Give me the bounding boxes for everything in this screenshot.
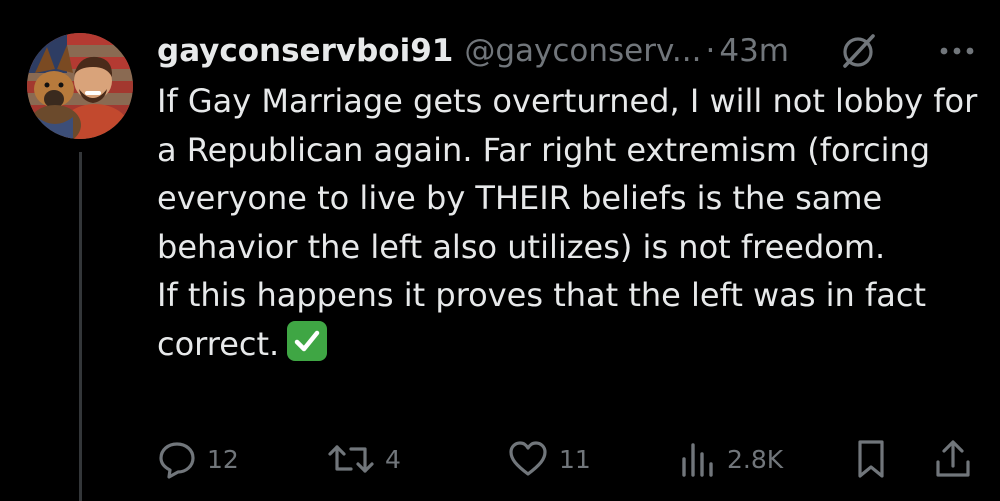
share-button[interactable] — [933, 436, 973, 482]
views-icon — [677, 439, 717, 479]
check-mark-emoji-icon — [287, 320, 328, 361]
views-count: 2.8K — [727, 444, 784, 474]
like-icon — [507, 439, 549, 479]
repost-button[interactable]: 4 — [327, 436, 401, 482]
bookmark-icon — [853, 438, 889, 480]
reply-button[interactable]: 12 — [157, 436, 239, 482]
timestamp[interactable]: 43m — [719, 33, 789, 69]
repost-icon — [327, 439, 375, 479]
like-button[interactable]: 11 — [507, 436, 591, 482]
thread-line — [79, 152, 82, 501]
bookmark-button[interactable] — [853, 436, 889, 482]
repost-count: 4 — [385, 444, 401, 474]
share-icon — [933, 438, 973, 480]
reply-icon — [157, 439, 197, 479]
tweet-paragraph-2: If this happens it proves that the left … — [157, 271, 987, 368]
like-count: 11 — [559, 444, 591, 474]
views-button[interactable]: 2.8K — [677, 436, 783, 482]
avatar[interactable] — [27, 33, 133, 139]
display-name[interactable]: gayconservboi91 — [157, 33, 453, 69]
tweet-header: gayconservboi91 @gayconserv... · 43m — [157, 26, 980, 76]
more-icon[interactable] — [934, 28, 980, 74]
tweet-text: If Gay Marriage gets overturned, I will … — [157, 77, 987, 368]
tweet-paragraph-1: If Gay Marriage gets overturned, I will … — [157, 82, 978, 266]
separator-dot: · — [705, 33, 716, 69]
reply-count: 12 — [207, 444, 239, 474]
user-handle[interactable]: @gayconserv... — [464, 33, 701, 69]
tweet-paragraph-2-text: If this happens it proves that the left … — [157, 276, 927, 363]
grok-icon[interactable] — [836, 28, 882, 74]
action-bar: 12 4 11 2.8K — [157, 436, 987, 482]
